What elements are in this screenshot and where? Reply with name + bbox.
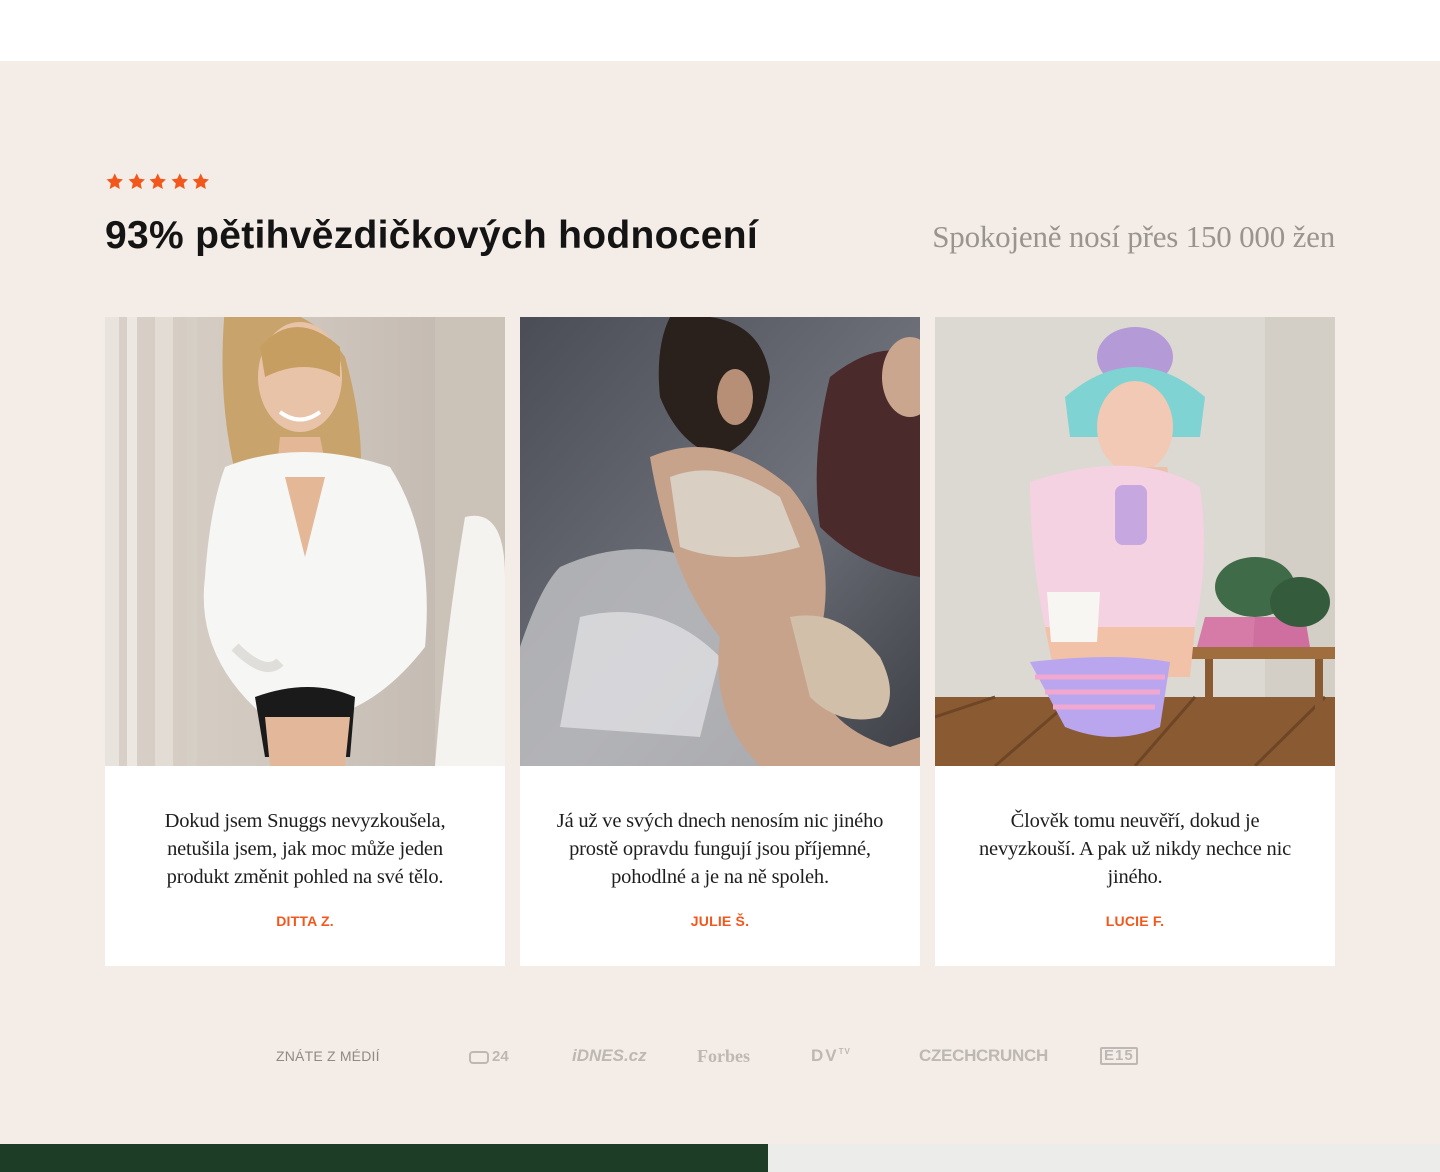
review-author: LUCIE F. (1105, 913, 1165, 929)
review-photo (520, 317, 920, 766)
five-star-rating (105, 172, 211, 191)
section-heading: 93% pětihvězdičkových hodnocení (105, 214, 758, 257)
review-quote: Dokud jsem Snuggs nevyzkoušela, netušila… (164, 810, 446, 888)
star-icon (149, 173, 166, 189)
review-photo (935, 317, 1335, 766)
review-card: Já už ve svých dnech nenosím nic jiného … (520, 317, 920, 966)
ct24-logo[interactable]: 24 (469, 1043, 509, 1069)
czechcrunch-logo[interactable]: CZECHCRUNCH (919, 1043, 1048, 1069)
dvtv-logo[interactable]: DV TV (811, 1043, 851, 1069)
next-section-green-panel (0, 1144, 768, 1172)
section-subheading: Spokojeně nosí přes 150 000 žen (932, 219, 1335, 254)
review-photo (105, 317, 505, 766)
ct-tv-icon (469, 1050, 489, 1064)
review-author: JULIE Š. (690, 913, 750, 929)
review-quote: Já už ve svých dnech nenosím nic jiného … (556, 810, 884, 888)
review-card: Člověk tomu neuvěří, dokud je nevyzkouší… (935, 317, 1335, 966)
media-label: ZNÁTE Z MÉDIÍ (276, 1048, 380, 1064)
forbes-logo[interactable]: Forbes (697, 1043, 750, 1069)
star-icon (128, 173, 145, 189)
review-card: Dokud jsem Snuggs nevyzkoušela, netušila… (105, 317, 505, 966)
e15-logo[interactable]: E15 (1100, 1043, 1138, 1069)
review-author: DITTA Z. (276, 913, 334, 929)
star-icon (171, 173, 188, 189)
star-icon (192, 173, 209, 189)
top-bar (0, 0, 1440, 61)
next-section-image-panel (768, 1144, 1440, 1172)
review-quote: Člověk tomu neuvěří, dokud je nevyzkouší… (979, 810, 1291, 888)
idnes-logo[interactable]: iDNES.cz (572, 1043, 647, 1069)
star-icon (106, 173, 123, 189)
